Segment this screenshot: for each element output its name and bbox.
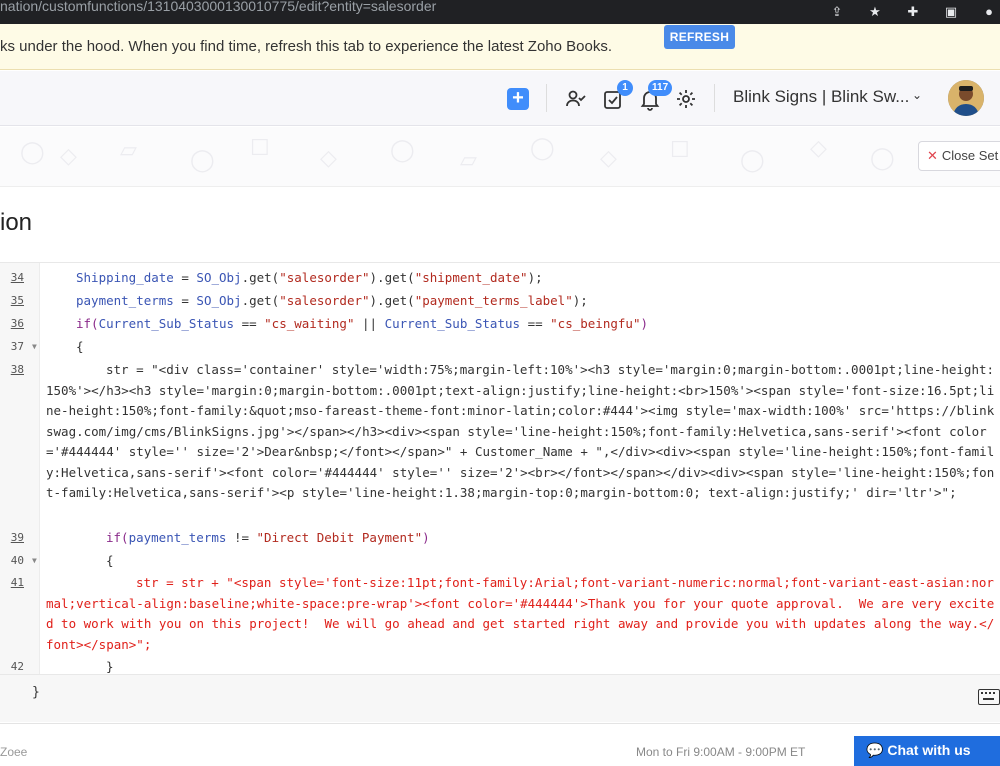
settings-gear-icon[interactable] [674, 87, 698, 111]
url-text[interactable]: nation/customfunctions/13104030001300107… [0, 0, 436, 18]
footer-left-text: Zoee [0, 745, 28, 759]
page-title: ion [0, 209, 33, 236]
code-token: SO_Obj [196, 270, 242, 285]
user-avatar[interactable] [948, 80, 984, 116]
code-token: .get( [241, 293, 280, 308]
line-number[interactable]: 37 [0, 337, 24, 358]
code-token: ); [572, 293, 588, 308]
page-footer: Zoee Mon to Fri 9:00AM - 9:00PM ET 💬 Cha… [0, 723, 1000, 766]
code-token: = [173, 270, 197, 285]
close-button-label: Close Set [941, 148, 999, 163]
code-token: "shipment_date" [414, 270, 528, 285]
code-token: "salesorder" [279, 270, 370, 285]
chevron-down-icon[interactable]: ⌄ [912, 88, 922, 102]
code-token: } [106, 659, 114, 674]
code-token: if( [76, 316, 99, 331]
code-token: SO_Obj [196, 293, 242, 308]
chat-with-us-button[interactable]: 💬 Chat with us [854, 736, 1000, 766]
code-token: Current_Sub_Status [98, 316, 235, 331]
code-token: str = str + "<span style='font-size:11pt… [46, 575, 995, 652]
code-token: == [234, 316, 265, 331]
code-token: == [520, 316, 551, 331]
line-number[interactable]: 36 [0, 314, 24, 335]
code-token: "cs_beingfu" [550, 316, 641, 331]
browser-address-bar[interactable]: nation/customfunctions/13104030001300107… [0, 0, 1000, 24]
keyboard-shortcuts-icon[interactable] [978, 689, 1000, 705]
code-token: if( [106, 530, 129, 545]
fold-arrow-icon[interactable]: ▼ [32, 337, 37, 358]
code-editor[interactable]: 34 Shipping_date = SO_Obj.get("salesorde… [0, 262, 1000, 674]
code-token: .get( [241, 270, 280, 285]
chat-label: Chat with us [887, 742, 971, 758]
code-token: ).get( [369, 293, 415, 308]
line-number[interactable]: 35 [0, 291, 24, 312]
line-number[interactable]: 42 [0, 657, 24, 674]
line-number[interactable]: 34 [0, 268, 24, 289]
line-number[interactable]: 38 [0, 360, 24, 381]
close-settings-button[interactable]: ✕ Close Set [918, 141, 1000, 171]
code-token: "Direct Debit Payment" [256, 530, 423, 545]
support-hours: Mon to Fri 9:00AM - 9:00PM ET [636, 745, 806, 759]
code-token: payment_terms [76, 293, 174, 308]
organization-switcher[interactable]: Blink Signs | Blink Sw... [733, 87, 909, 107]
code-token: "payment_terms_label" [414, 293, 573, 308]
code-token: ).get( [369, 270, 415, 285]
line-number[interactable]: 40 [0, 551, 24, 572]
banner-message: ks under the hood. When you find time, r… [0, 38, 613, 55]
code-token: ) [640, 316, 648, 331]
code-token: { [76, 339, 84, 354]
quick-create-button[interactable]: + [507, 88, 529, 110]
line-number[interactable]: 39 [0, 528, 24, 549]
fold-arrow-icon[interactable]: ▼ [32, 551, 37, 572]
code-token: "salesorder" [279, 293, 370, 308]
bookmark-star-icon[interactable]: ★ [868, 5, 882, 19]
top-navigation: + 1 117 Blink Signs | Blink Sw... ⌄ [0, 71, 1000, 126]
tasks-badge: 1 [617, 80, 633, 96]
profile-icon[interactable]: ● [982, 5, 996, 19]
nav-divider [714, 84, 715, 112]
code-token: Shipping_date [76, 270, 174, 285]
code-token: { [106, 553, 114, 568]
close-icon: ✕ [927, 148, 938, 163]
code-token: ); [527, 270, 543, 285]
code-token: Current_Sub_Status [384, 316, 521, 331]
nav-divider [546, 84, 547, 112]
users-icon[interactable] [564, 87, 588, 111]
refresh-button[interactable]: REFRESH [664, 25, 735, 49]
closing-brace: } [32, 685, 40, 700]
extensions-icon[interactable]: ✚ [906, 5, 920, 19]
chat-icon: 💬 [866, 742, 888, 758]
code-token: payment_terms [128, 530, 227, 545]
sidepanel-icon[interactable]: ▣ [944, 5, 958, 19]
line-number[interactable]: 41 [0, 573, 24, 594]
code-token: ) [422, 530, 430, 545]
notifications-badge: 117 [648, 80, 673, 96]
code-token: = [173, 293, 197, 308]
code-token: != [226, 530, 257, 545]
browser-toolbar-icons: ⇪ ★ ✚ ▣ ● [830, 0, 1000, 24]
code-token: || [354, 316, 385, 331]
share-icon[interactable]: ⇪ [830, 5, 844, 19]
decorative-header-pattern: ◯ ◇ ▱ ◯ ☐ ◇ ◯ ▱ ◯ ◇ ☐ ◯ ◇ ◯ [0, 127, 1000, 187]
editor-bottom-bar: } [0, 674, 1000, 722]
update-banner: ks under the hood. When you find time, r… [0, 24, 1000, 70]
code-token: str = "<div class='container' style='wid… [46, 362, 995, 500]
code-token: "cs_waiting" [264, 316, 355, 331]
